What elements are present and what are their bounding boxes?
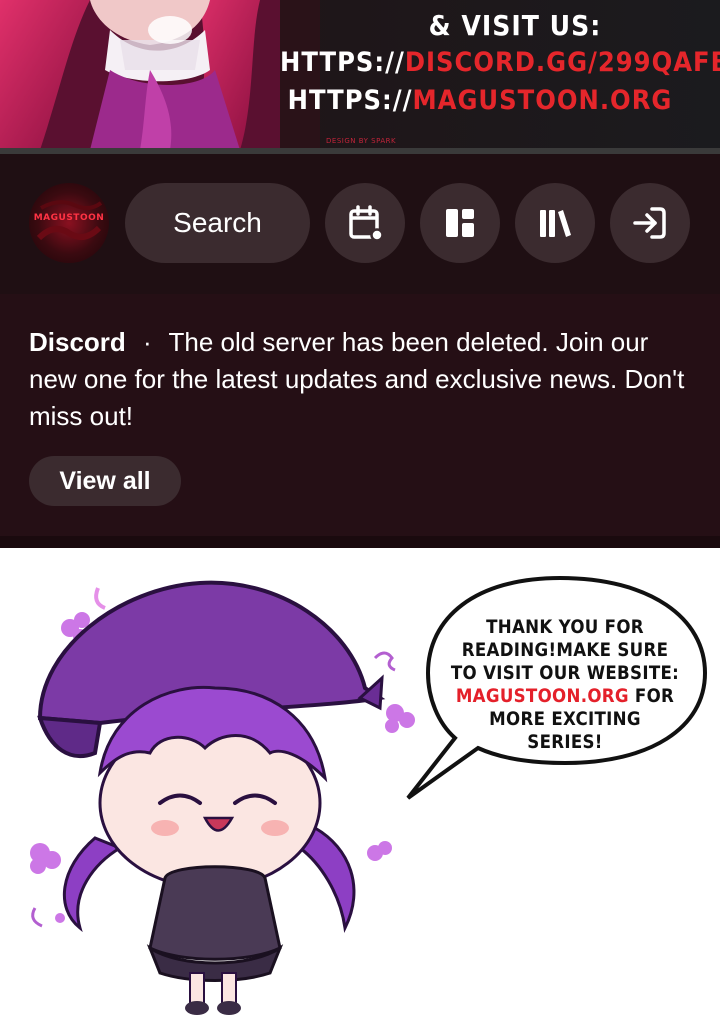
view-all-button[interactable]: View all: [29, 456, 181, 506]
discord-url[interactable]: HTTPS://DISCORD.GG/299QAFBP: [280, 44, 720, 82]
site-logo[interactable]: MAGUSTOON: [29, 183, 109, 263]
grid-icon: [446, 209, 474, 237]
speech-bubble-text: THANK YOU FOR READING!MAKE SURE TO VISIT…: [450, 617, 680, 753]
banner-links: & VISIT US: HTTPS://DISCORD.GG/299QAFBP …: [280, 8, 720, 120]
search-button[interactable]: Search: [125, 183, 310, 263]
schedule-button[interactable]: [325, 183, 405, 263]
design-credit: DESIGN BY SPARK: [326, 137, 397, 145]
website-url[interactable]: HTTPS://MAGUSTOON.ORG: [280, 82, 680, 120]
logo-art: [36, 200, 103, 241]
logo-text: MAGUSTOON: [33, 213, 105, 223]
visit-us-heading: & VISIT US:: [428, 9, 602, 42]
announcement-panel: Discord · The old server has been delete…: [0, 294, 720, 536]
announcement-title: Discord: [29, 327, 126, 357]
announcement-separator: ·: [143, 327, 152, 357]
login-button[interactable]: [610, 183, 690, 263]
banner-character-art: [0, 0, 320, 150]
login-icon: [633, 207, 666, 239]
announcement-message: The old server has been deleted. Join ou…: [29, 327, 685, 431]
section-divider: [0, 536, 720, 548]
website-link[interactable]: MAGUSTOON.ORG: [456, 686, 629, 707]
thank-you-illustration: THANK YOU FOR READING!MAKE SURE TO VISIT…: [0, 548, 720, 1020]
library-icon: [540, 210, 571, 237]
promo-banner: & VISIT US: HTTPS://DISCORD.GG/299QAFBP …: [0, 0, 720, 150]
library-button[interactable]: [515, 183, 595, 263]
calendar-icon: [349, 205, 384, 242]
top-navigation: MAGUSTOON Search: [0, 154, 720, 294]
browse-button[interactable]: [420, 183, 500, 263]
announcement-text: Discord · The old server has been delete…: [29, 324, 689, 435]
